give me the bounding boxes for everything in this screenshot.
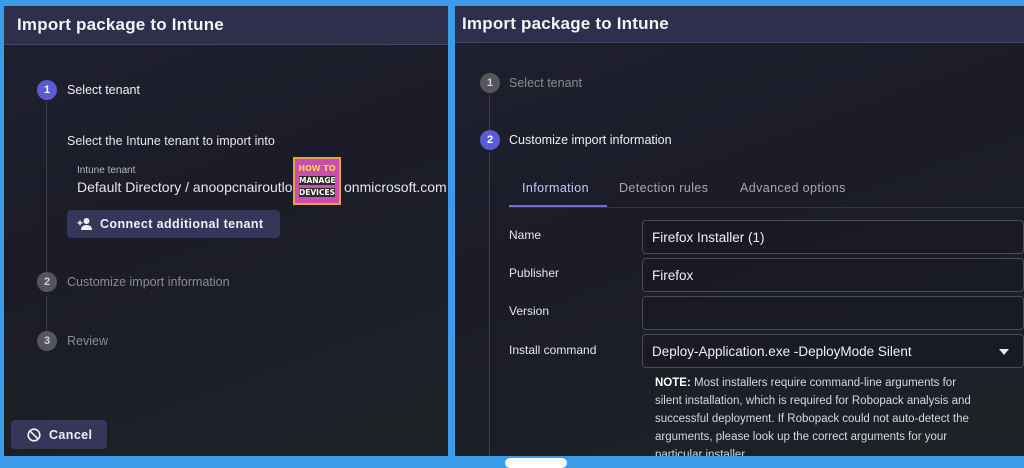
step-label: Customize import information bbox=[509, 133, 672, 147]
install-command-label: Install command bbox=[509, 343, 597, 357]
logo-line-1: HOW TO bbox=[298, 164, 336, 173]
cancel-label: Cancel bbox=[49, 427, 93, 442]
tenant-field-label: Intune tenant bbox=[77, 165, 136, 176]
tab-information[interactable]: Information bbox=[522, 181, 589, 195]
right-dialog: Import package to Intune 1 Select tenant… bbox=[455, 6, 1024, 456]
left-title-bar: Import package to Intune bbox=[4, 6, 448, 45]
step-number: 1 bbox=[37, 80, 57, 100]
add-user-icon bbox=[77, 218, 92, 230]
step-label: Customize import information bbox=[67, 275, 230, 289]
publisher-value: Firefox bbox=[652, 268, 694, 283]
connect-button-label: Connect additional tenant bbox=[100, 217, 264, 231]
step-select-tenant[interactable]: 1 Select tenant bbox=[37, 80, 140, 100]
connect-additional-tenant-button[interactable]: Connect additional tenant bbox=[67, 210, 280, 238]
install-note: NOTE: Most installers require command-li… bbox=[655, 374, 985, 456]
right-title-bar: Import package to Intune bbox=[455, 6, 1024, 43]
logo-line-3: DEVICES bbox=[299, 188, 335, 197]
how-to-manage-devices-logo: HOW TO MANAGE DEVICES bbox=[293, 157, 341, 205]
note-text: Most installers require command-line arg… bbox=[655, 377, 971, 456]
stepper-line bbox=[46, 102, 47, 272]
tab-advanced-options[interactable]: Advanced options bbox=[740, 181, 846, 195]
publisher-field[interactable]: Firefox bbox=[642, 258, 1024, 292]
publisher-label: Publisher bbox=[509, 266, 560, 280]
step-customize-import[interactable]: 2 Customize import information bbox=[37, 272, 230, 292]
step-customize-import[interactable]: 2 Customize import information bbox=[480, 130, 672, 150]
tabs-divider bbox=[509, 207, 1024, 208]
install-command-select[interactable]: Deploy-Application.exe -DeployMode Silen… bbox=[642, 334, 1024, 368]
stepper-line-2 bbox=[46, 296, 47, 332]
right-dialog-title: Import package to Intune bbox=[462, 14, 669, 33]
version-field[interactable] bbox=[642, 296, 1024, 330]
logo-line-2: MANAGE bbox=[299, 176, 336, 185]
tenant-value-start: Default Directory / anoopcnairoutlo bbox=[77, 179, 293, 195]
step-label: Select tenant bbox=[67, 83, 140, 97]
left-dialog: Import package to Intune 1 Select tenant… bbox=[4, 6, 448, 456]
step-label: Select tenant bbox=[509, 76, 582, 90]
tenant-field[interactable]: Default Directory / anoopcnairoutlo onmi… bbox=[67, 176, 448, 204]
step-select-tenant[interactable]: 1 Select tenant bbox=[480, 73, 582, 93]
name-field[interactable]: Firefox Installer (1) bbox=[642, 220, 1024, 254]
name-label: Name bbox=[509, 228, 542, 242]
step-number: 2 bbox=[480, 130, 500, 150]
step-number: 2 bbox=[37, 272, 57, 292]
step-number: 1 bbox=[480, 73, 500, 93]
install-command-value: Deploy-Application.exe -DeployMode Silen… bbox=[652, 344, 912, 359]
tenant-instruction: Select the Intune tenant to import into bbox=[67, 134, 275, 148]
chevron-down-icon bbox=[999, 349, 1009, 355]
step-label: Review bbox=[67, 334, 108, 348]
note-prefix: NOTE: bbox=[655, 377, 691, 389]
bottom-handle bbox=[505, 458, 567, 468]
stepper-line-2 bbox=[489, 152, 490, 456]
step-review[interactable]: 3 Review bbox=[37, 331, 108, 351]
cancel-icon bbox=[27, 427, 41, 442]
cancel-button[interactable]: Cancel bbox=[11, 420, 107, 449]
version-label: Version bbox=[509, 304, 550, 318]
name-value: Firefox Installer (1) bbox=[652, 230, 765, 245]
tenant-value-end: onmicrosoft.com bbox=[344, 179, 447, 195]
left-dialog-title: Import package to Intune bbox=[17, 15, 224, 34]
stepper-line bbox=[489, 94, 490, 130]
step-number: 3 bbox=[37, 331, 57, 351]
tab-detection-rules[interactable]: Detection rules bbox=[619, 181, 708, 195]
